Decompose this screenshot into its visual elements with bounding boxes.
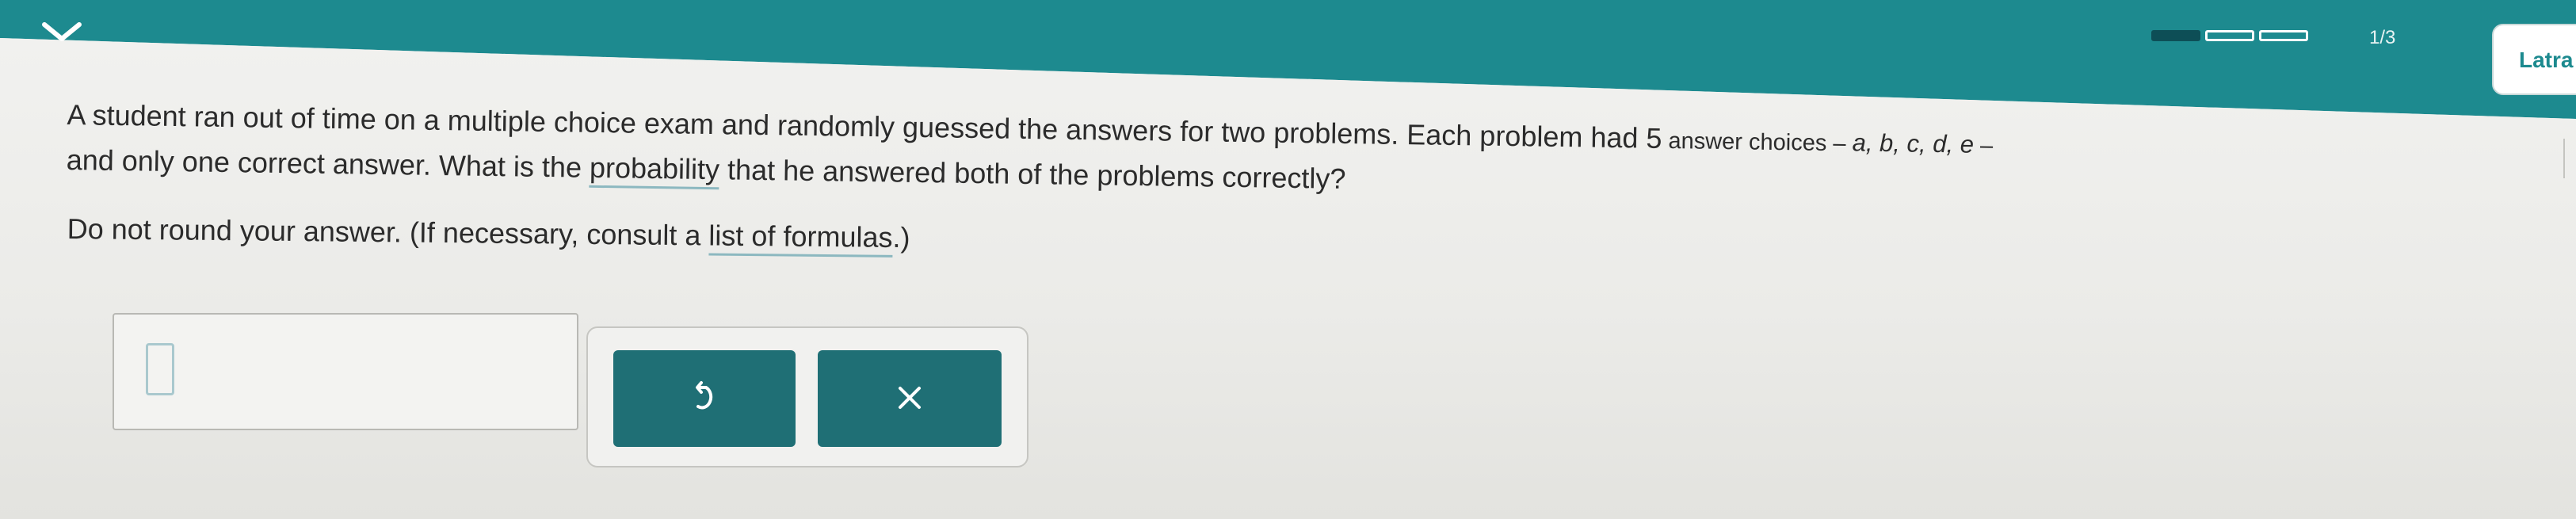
language-button[interactable]: Latra <box>2492 24 2576 95</box>
answer-input[interactable] <box>146 343 174 395</box>
progress-indicator <box>2151 30 2308 41</box>
instruction-text: Do not round your answer. (If necessary,… <box>67 208 910 259</box>
formulas-link[interactable]: list of formulas <box>708 219 893 258</box>
clear-button[interactable] <box>818 350 1002 447</box>
close-icon <box>895 384 924 414</box>
answer-box[interactable] <box>113 313 578 430</box>
page: 1/3 Latra A student ran out of time on a… <box>0 0 2576 519</box>
answer-choices: a, b, c, d, e <box>1852 128 1975 158</box>
chevron-down-icon[interactable] <box>38 17 86 46</box>
side-handle[interactable] <box>2563 139 2576 178</box>
action-panel <box>586 326 1028 467</box>
probability-link[interactable]: probability <box>589 151 720 190</box>
progress-segment <box>2205 30 2254 41</box>
progress-segment-completed <box>2151 30 2200 41</box>
undo-button[interactable] <box>613 350 796 447</box>
progress-segment <box>2259 30 2308 41</box>
undo-icon <box>690 380 719 418</box>
progress-label: 1/3 <box>2369 27 2396 48</box>
